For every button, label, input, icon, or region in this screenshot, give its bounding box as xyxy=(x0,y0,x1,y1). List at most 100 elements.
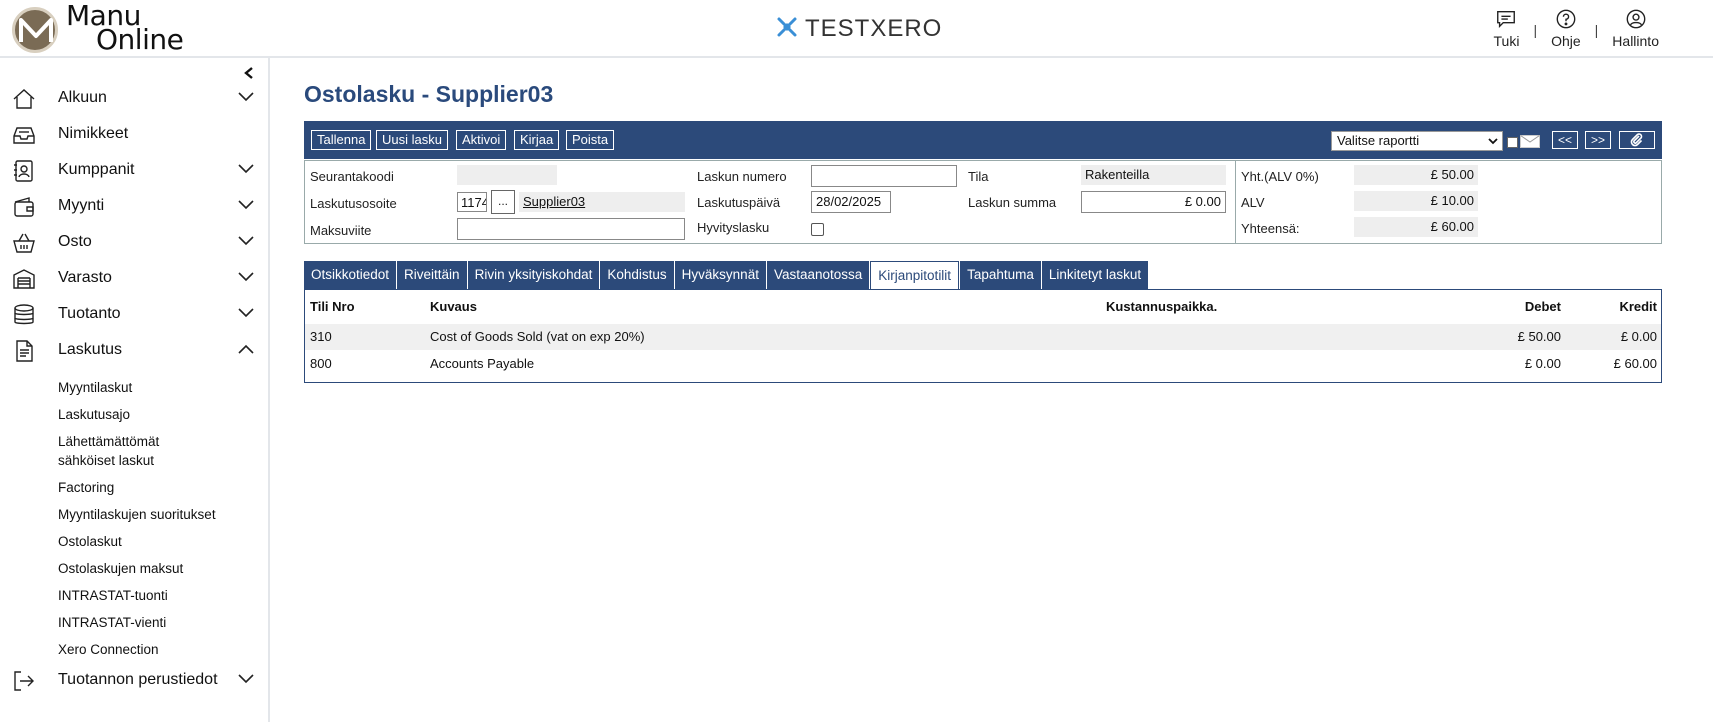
chevron-down-icon xyxy=(1488,138,1498,145)
tab-riveittain[interactable]: Riveittäin xyxy=(397,261,467,289)
submenu-item-xero-connection[interactable]: Xero Connection xyxy=(0,636,250,663)
user-icon xyxy=(1626,9,1646,29)
mail-icon[interactable] xyxy=(1520,135,1540,148)
column-header-kredit[interactable]: Kredit xyxy=(1619,299,1657,314)
next-button[interactable]: >> xyxy=(1585,131,1612,149)
tab-vastaanotossa[interactable]: Vastaanotossa xyxy=(766,261,870,289)
sidebar-item-kumppanit[interactable]: Kumppanit xyxy=(0,152,268,188)
brand-title: TESTXERO xyxy=(775,15,942,43)
previous-button[interactable]: << xyxy=(1552,131,1579,149)
page-title: Ostolasku - Supplier03 xyxy=(304,81,554,107)
sidebar-item-nimikkeet[interactable]: Nimikkeet xyxy=(0,116,268,152)
credit-note-checkbox[interactable] xyxy=(811,223,824,236)
new-invoice-button[interactable]: Uusi lasku xyxy=(376,130,448,150)
chat-icon xyxy=(1497,10,1516,28)
yht-label: Yht.(ALV 0%) xyxy=(1241,169,1319,184)
help-icon xyxy=(1556,9,1576,29)
submenu-item-ostolaskujen-maksut[interactable]: Ostolaskujen maksut xyxy=(0,555,250,582)
exit-icon xyxy=(14,671,34,691)
submenu-item-laskutusajo[interactable]: Laskutusajo xyxy=(0,401,250,428)
sidebar-item-label: Tuotannon perustiedot xyxy=(58,671,218,688)
cell-kuvaus: Cost of Goods Sold (vat on exp 20%) xyxy=(430,329,645,344)
form-divider xyxy=(1235,161,1236,243)
basket-icon xyxy=(13,233,35,253)
tab-rivin-yksityiskohdat[interactable]: Rivin yksityiskohdat xyxy=(467,261,600,289)
tab-kohdistus[interactable]: Kohdistus xyxy=(600,261,674,289)
payment-reference-field[interactable] xyxy=(457,218,685,240)
table-row[interactable]: 800 Accounts Payable £ 0.00 £ 60.00 xyxy=(305,351,1661,377)
submenu-item-factoring[interactable]: Factoring xyxy=(0,474,250,501)
support-button[interactable]: Tuki xyxy=(1480,8,1534,49)
tab-linkitetyt-laskut[interactable]: Linkitetyt laskut xyxy=(1041,261,1149,289)
database-icon xyxy=(14,304,34,325)
top-bar: Manu Online TESTXERO Tuki | Ohje | Halli… xyxy=(0,0,1713,58)
sidebar-item-alkuun[interactable]: Alkuun xyxy=(0,80,268,116)
sidebar-item-laskutus[interactable]: Laskutus xyxy=(0,332,268,368)
sidebar-bottom: Tuotannon perustiedot xyxy=(0,662,268,698)
toolbar: Tallenna Uusi lasku Aktivoi Kirjaa Poist… xyxy=(304,121,1662,159)
chevron-down-icon xyxy=(238,200,254,210)
billing-address-id-field[interactable]: 1174 xyxy=(457,192,487,212)
attachment-button[interactable] xyxy=(1619,131,1655,149)
sidebar-item-label: Kumppanit xyxy=(58,161,135,178)
chevron-down-icon xyxy=(238,164,254,174)
table-row[interactable]: 310 Cost of Goods Sold (vat on exp 20%) … xyxy=(305,324,1661,350)
tab-kirjanpitotilit[interactable]: Kirjanpitotilit xyxy=(870,261,960,289)
report-select[interactable]: Valitse raportti xyxy=(1331,131,1503,151)
net-total-value: £ 50.00 xyxy=(1354,165,1478,185)
supplier-link[interactable]: Supplier03 xyxy=(523,194,585,209)
seurantakoodi-label: Seurantakoodi xyxy=(310,169,394,184)
column-header-kuvaus[interactable]: Kuvaus xyxy=(430,299,477,314)
maksuviite-label: Maksuviite xyxy=(310,223,372,238)
column-header-tili[interactable]: Tili Nro xyxy=(310,299,355,314)
tab-tapahtuma[interactable]: Tapahtuma xyxy=(960,261,1041,289)
chevron-down-icon xyxy=(238,92,254,102)
lookup-button[interactable]: ... xyxy=(491,190,515,214)
logo-emblem xyxy=(12,7,58,53)
sidebar-item-osto[interactable]: Osto xyxy=(0,224,268,260)
sidebar-item-tuotanto[interactable]: Tuotanto xyxy=(0,296,268,332)
column-header-debet[interactable]: Debet xyxy=(1525,299,1561,314)
invoice-number-field[interactable] xyxy=(811,165,957,187)
submenu-item-intrastat-tuonti[interactable]: INTRASTAT-tuonti xyxy=(0,582,250,609)
save-button[interactable]: Tallenna xyxy=(311,130,372,150)
xero-icon xyxy=(777,17,797,37)
laskutus-submenu: Myyntilaskut Laskutusajo Lähettämättömät… xyxy=(0,374,268,663)
chevron-down-icon xyxy=(238,272,254,282)
sidebar-item-label: Myynti xyxy=(58,197,105,214)
column-header-kustannuspaikka[interactable]: Kustannuspaikka. xyxy=(1106,299,1217,314)
invoice-total-field[interactable]: £ 0.00 xyxy=(1081,191,1226,213)
sidebar-nav: Alkuun Nimikkeet Kumppanit Myynti Osto V… xyxy=(0,80,268,663)
admin-button[interactable]: Hallinto xyxy=(1598,8,1673,49)
sidebar-item-tuotannon-perustiedot[interactable]: Tuotannon perustiedot xyxy=(0,662,268,698)
help-button[interactable]: Ohje xyxy=(1537,8,1595,49)
post-button[interactable]: Kirjaa xyxy=(514,130,560,150)
laskutusosoite-label: Laskutusosoite xyxy=(310,196,397,211)
delete-button[interactable]: Poista xyxy=(566,130,615,150)
tab-hyvaksynnat[interactable]: Hyväksynnät xyxy=(674,261,766,289)
chevron-left-icon xyxy=(244,67,253,79)
inbox-icon xyxy=(13,127,35,144)
hyvityslasku-label: Hyvityslasku xyxy=(697,220,770,235)
contacts-icon xyxy=(14,160,33,182)
yhteensa-label: Yhteensä: xyxy=(1241,221,1300,236)
manu-online-logo[interactable]: Manu Online xyxy=(10,2,210,56)
brand-name: TESTXERO xyxy=(805,15,943,42)
submenu-item-lahettamattomat[interactable]: Lähettämättömät sähköiset laskut xyxy=(0,428,210,474)
activate-button[interactable]: Aktivoi xyxy=(456,130,507,150)
invoice-date-field[interactable]: 28/02/2025 xyxy=(811,191,891,213)
sidebar-item-varasto[interactable]: Varasto xyxy=(0,260,268,296)
submenu-item-ostolaskut[interactable]: Ostolaskut xyxy=(0,528,250,555)
tab-otsikkotiedot[interactable]: Otsikkotiedot xyxy=(304,261,397,289)
tab-bar: Otsikkotiedot Riveittäin Rivin yksityisk… xyxy=(304,261,1149,289)
warehouse-icon xyxy=(13,269,35,289)
invoice-form: Seurantakoodi Laskutusosoite 1174 ... Su… xyxy=(304,160,1662,244)
submenu-item-intrastat-vienti[interactable]: INTRASTAT-vienti xyxy=(0,609,250,636)
sidebar-item-myynti[interactable]: Myynti xyxy=(0,188,268,224)
submenu-item-myyntilaskut[interactable]: Myyntilaskut xyxy=(0,374,250,401)
cell-kredit: £ 60.00 xyxy=(1613,356,1657,371)
paperclip-icon xyxy=(1630,133,1643,147)
email-checkbox[interactable] xyxy=(1507,137,1518,148)
supplier-field: Supplier03 xyxy=(519,192,685,212)
submenu-item-myyntilaskujen-suoritukset[interactable]: Myyntilaskujen suoritukset xyxy=(0,501,250,528)
